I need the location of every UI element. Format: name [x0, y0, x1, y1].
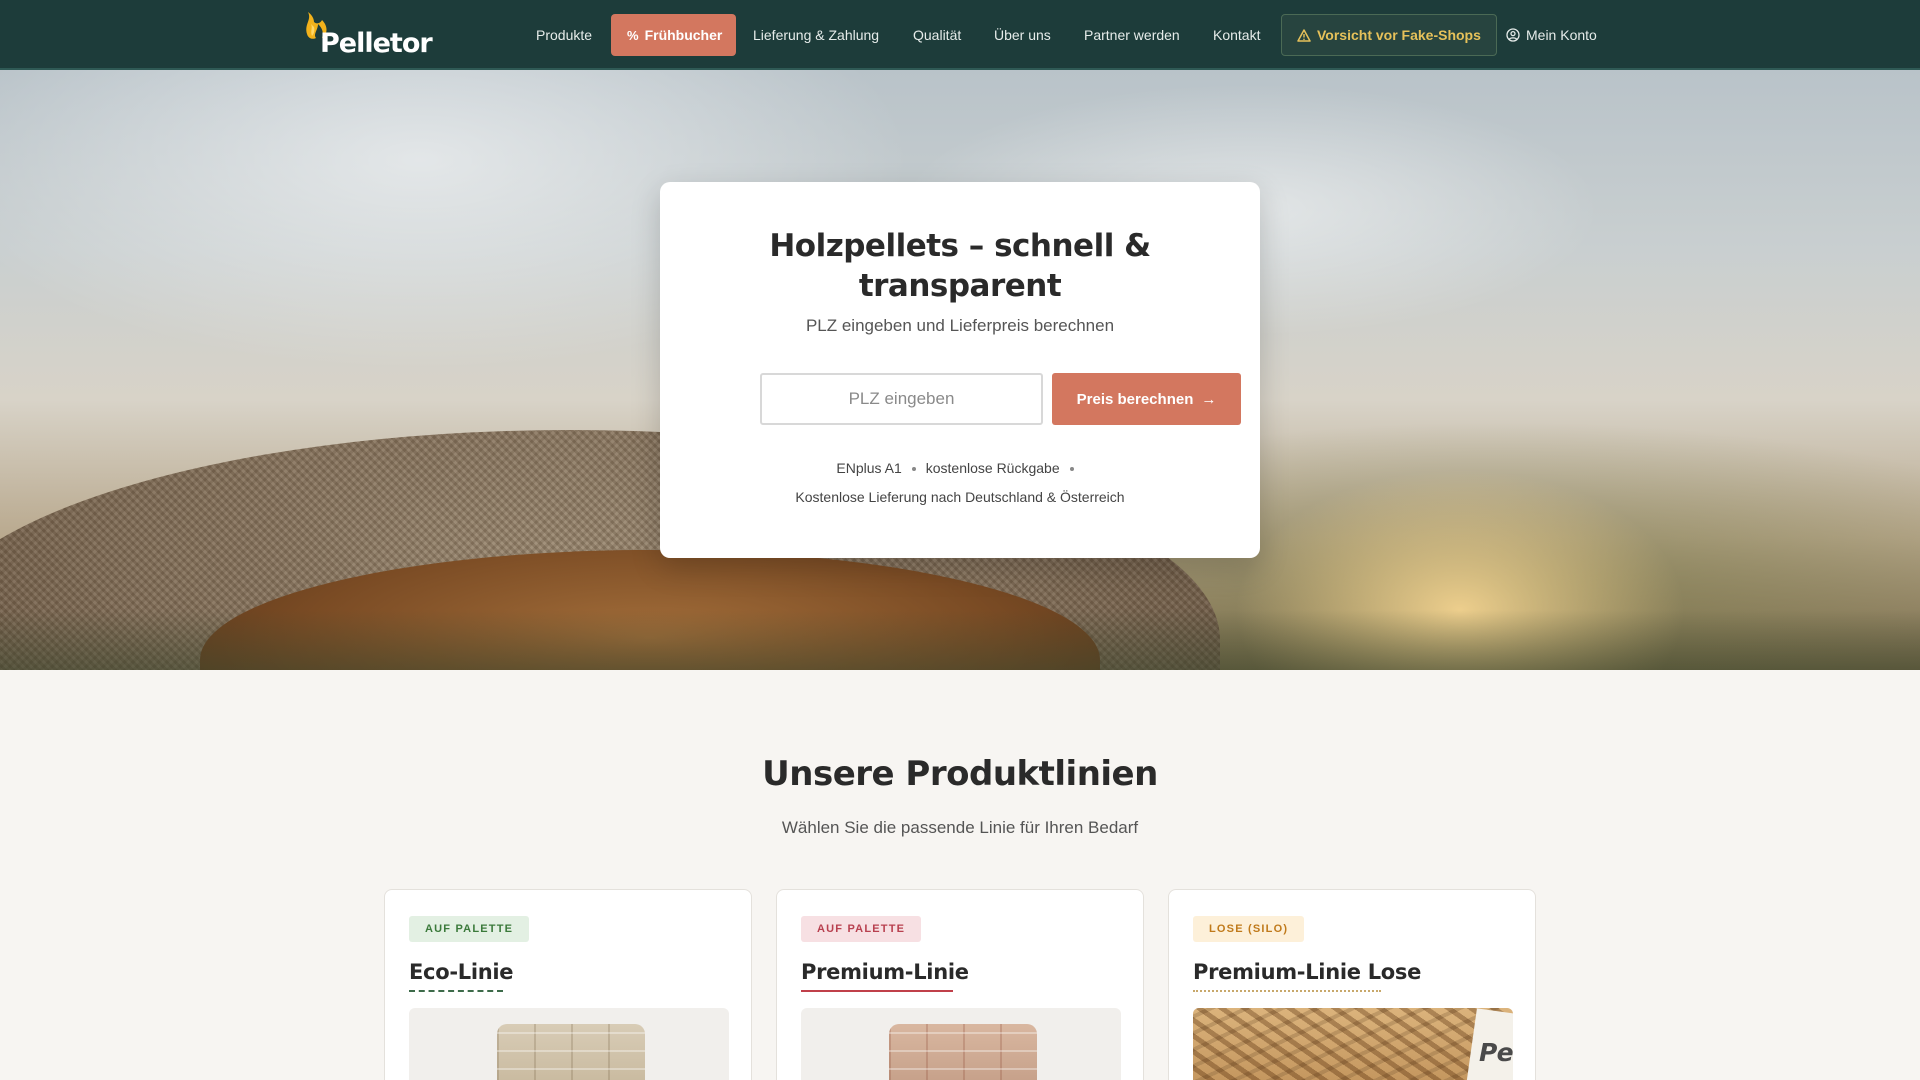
- arrow-right-icon: →: [1201, 390, 1217, 408]
- nav-mein-konto[interactable]: Mein Konto: [1506, 14, 1597, 56]
- nav-fake-shops[interactable]: Vorsicht vor Fake-Shops: [1281, 14, 1497, 56]
- hero-title: Holzpellets – schnell & transparent: [769, 228, 1151, 304]
- calculate-price-label: Preis berechnen: [1076, 390, 1194, 408]
- product-image: Pe: [1193, 1008, 1513, 1080]
- bullet-dot: [911, 467, 916, 472]
- calculate-price-button[interactable]: Preis berechnen →: [1052, 373, 1241, 425]
- badge-rueckgabe: kostenlose Rückgabe: [925, 460, 1060, 476]
- nav-produkte[interactable]: Produkte: [536, 14, 592, 56]
- main-nav: Produkte % Frühbucher Lieferung & Zahlung…: [0, 14, 1920, 56]
- product-badge: AUF PALETTE: [409, 916, 530, 942]
- product-name-underline: [801, 990, 953, 992]
- product-badge: AUF PALETTE: [801, 916, 922, 942]
- warning-triangle-icon: [1297, 29, 1311, 42]
- nav-kontakt[interactable]: Kontakt: [1213, 14, 1260, 56]
- user-circle-icon: [1506, 28, 1520, 42]
- product-name-underline: [1193, 990, 1381, 992]
- product-image: [801, 1008, 1121, 1080]
- product-card-premium-lose[interactable]: LOSE (SILO) Premium-Linie Lose Pe: [1168, 889, 1536, 1080]
- hero-badges: ENplus A1 kostenlose Rückgabe: [700, 460, 1220, 476]
- product-card-premium[interactable]: AUF PALETTE Premium-Linie: [776, 889, 1144, 1080]
- products-title: Unsere Produktlinien: [762, 754, 1158, 794]
- product-image: [409, 1008, 729, 1080]
- nav-fruehbucher[interactable]: % Frühbucher: [611, 14, 736, 56]
- nav-partner[interactable]: Partner werden: [1084, 14, 1180, 56]
- product-badge: LOSE (SILO): [1193, 916, 1305, 942]
- percent-icon: %: [627, 28, 639, 43]
- price-calculator-card: Holzpellets – schnell & transparent PLZ …: [660, 182, 1260, 558]
- product-name[interactable]: Eco-Linie: [409, 960, 514, 984]
- loose-pellets-image: [1193, 1008, 1513, 1080]
- nav-mein-konto-label: Mein Konto: [1526, 27, 1597, 43]
- bag-print-text: Pe: [1479, 1038, 1513, 1067]
- hero-background-treeline: [0, 610, 1920, 670]
- nav-lieferung[interactable]: Lieferung & Zahlung: [753, 14, 879, 56]
- products-subtitle: Wählen Sie die passende Linie für Ihren …: [781, 818, 1139, 837]
- nav-qualitaet[interactable]: Qualität: [913, 14, 961, 56]
- plz-input[interactable]: [760, 373, 1043, 425]
- product-name[interactable]: Premium-Linie: [801, 960, 969, 984]
- badge-enplus: ENplus A1: [836, 460, 902, 476]
- nav-ueber-uns[interactable]: Über uns: [994, 14, 1051, 56]
- delivery-note: Kostenlose Lieferung nach Deutschland & …: [795, 489, 1125, 505]
- product-card-eco[interactable]: AUF PALETTE Eco-Linie: [384, 889, 752, 1080]
- bullet-dot: [1069, 467, 1074, 472]
- product-name[interactable]: Premium-Linie Lose: [1193, 960, 1421, 984]
- pellet-pallet-image: [497, 1024, 645, 1080]
- site-header: Pelletor Produkte % Frühbucher Lieferung …: [0, 0, 1920, 70]
- nav-fruehbucher-label: Frühbucher: [644, 27, 723, 43]
- hero-subtitle: PLZ eingeben und Lieferpreis berechnen: [805, 316, 1115, 335]
- product-name-underline: [409, 990, 503, 992]
- nav-fake-shops-label: Vorsicht vor Fake-Shops: [1317, 27, 1481, 43]
- pellet-pallet-image: [889, 1024, 1037, 1080]
